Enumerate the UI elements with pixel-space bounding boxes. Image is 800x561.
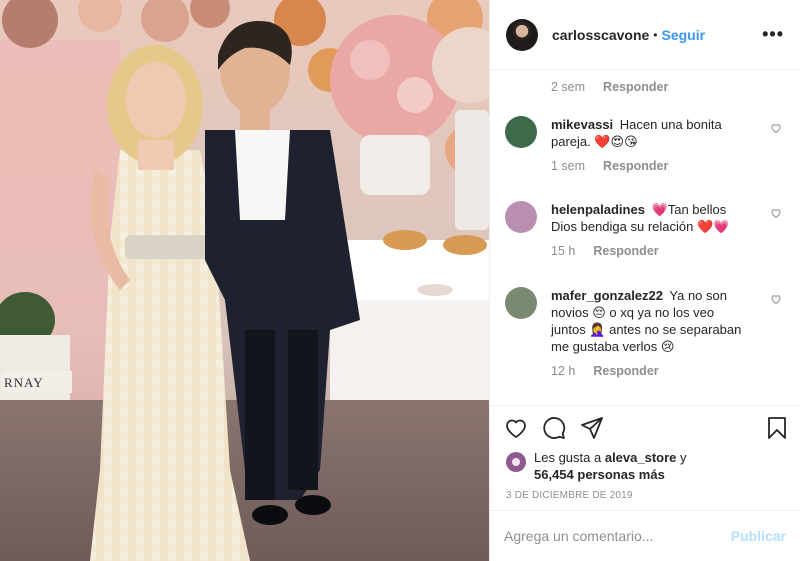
comment-meta: 15 h Responder (551, 243, 747, 260)
post-photo-illustration (0, 0, 489, 561)
bookmark-icon[interactable] (766, 416, 788, 440)
comment-item: mafer_gonzalez22 Ya no son novios 😔 o xq… (505, 287, 790, 380)
post-date[interactable]: 3 DE DICIEMBRE DE 2019 (506, 490, 633, 501)
like-comment-heart-icon[interactable] (770, 293, 782, 305)
separator-dot: • (653, 27, 658, 42)
photo-sign-text: RNAY (2, 371, 72, 393)
comment-body: helenpaladines 💗Tan bellos Dios bendiga … (551, 201, 747, 260)
commenter-username[interactable]: mafer_gonzalez22 (551, 288, 663, 303)
follow-button[interactable]: Seguir (662, 27, 706, 43)
likes-summary: Les gusta a aleva_store y 56,454 persona… (506, 449, 687, 483)
comment-icon[interactable] (542, 416, 566, 440)
likes-count[interactable]: 56,454 personas más (534, 467, 665, 482)
comment-time: 15 h (551, 244, 576, 258)
publish-button[interactable]: Publicar (731, 528, 786, 544)
author-username[interactable]: carlosscavone (552, 27, 649, 43)
comment-meta: 2 sem Responder (551, 80, 668, 94)
comment-item: helenpaladines 💗Tan bellos Dios bendiga … (505, 201, 790, 260)
commenter-avatar[interactable] (505, 116, 537, 148)
post-header: carlosscavone • Seguir ••• (490, 0, 800, 70)
post-photo[interactable]: RNAY (0, 0, 489, 561)
comment-time: 12 h (551, 364, 576, 378)
comment-item: mikevassi Hacen una bonita pareja. ❤️😍😘 … (505, 116, 790, 175)
reply-button[interactable]: Responder (593, 364, 658, 378)
comment-body: mikevassi Hacen una bonita pareja. ❤️😍😘 … (551, 116, 747, 175)
share-icon[interactable] (580, 416, 604, 440)
reply-button[interactable]: Responder (593, 244, 658, 258)
comment-meta: 12 h Responder (551, 363, 747, 380)
comment-meta: 1 sem Responder (551, 158, 747, 175)
action-icons (504, 416, 786, 442)
heart-icon[interactable] (504, 416, 528, 440)
likes-text: Les gusta a aleva_store y 56,454 persona… (534, 449, 687, 483)
comment-input[interactable] (504, 528, 731, 544)
more-options-icon[interactable]: ••• (762, 24, 784, 45)
reply-button[interactable]: Responder (603, 80, 668, 94)
reply-button[interactable]: Responder (603, 159, 668, 173)
commenter-avatar[interactable] (505, 287, 537, 319)
comment-time: 2 sem (551, 80, 586, 94)
add-comment-bar: Publicar (490, 510, 800, 561)
author-avatar[interactable] (506, 18, 538, 51)
commenter-avatar[interactable] (505, 201, 537, 233)
comment-time: 1 sem (551, 159, 586, 173)
liker-username[interactable]: aleva_store (605, 450, 677, 465)
commenter-username[interactable]: mikevassi (551, 117, 613, 132)
comment-body: mafer_gonzalez22 Ya no son novios 😔 o xq… (551, 287, 747, 380)
likes-conj: y (680, 450, 687, 465)
comments-list[interactable]: 2 sem Responder mikevassi Hacen una bonit… (490, 71, 800, 405)
likes-prefix: Les gusta a (534, 450, 602, 465)
post-side-panel: carlosscavone • Seguir ••• 2 sem Responde… (489, 0, 800, 561)
instagram-post: RNAY carlosscavone • Seguir ••• 2 sem Res… (0, 0, 800, 561)
like-comment-heart-icon[interactable] (770, 207, 782, 219)
liker-avatar[interactable] (506, 452, 526, 472)
like-comment-heart-icon[interactable] (770, 122, 782, 134)
commenter-username[interactable]: helenpaladines (551, 202, 645, 217)
